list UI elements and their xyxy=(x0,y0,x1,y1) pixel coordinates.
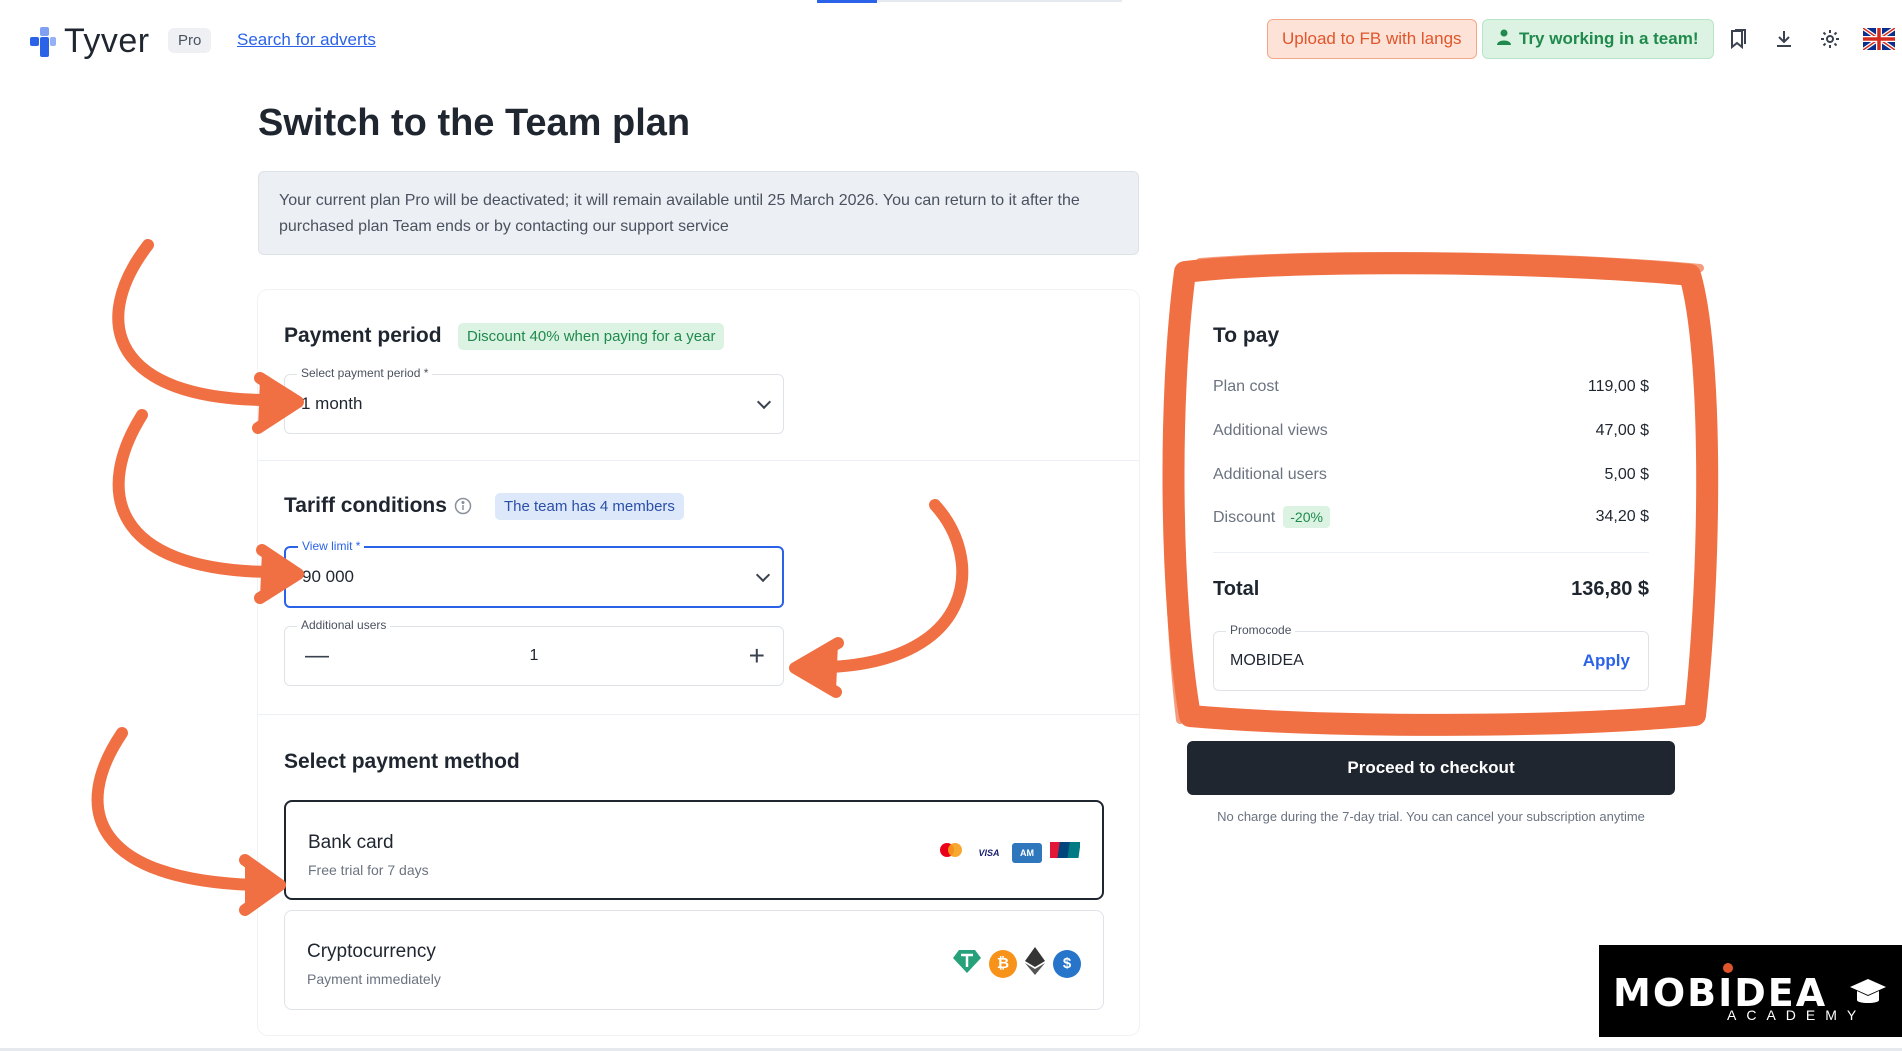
settings-gear-icon[interactable] xyxy=(1817,26,1843,52)
annotation-arrow xyxy=(112,409,276,578)
discount-percent-badge: -20% xyxy=(1283,506,1330,528)
summary-row-discount: Discount -20% 34,20 $ xyxy=(1213,506,1649,528)
chevron-down-icon xyxy=(755,567,771,583)
payment-option-cryptocurrency[interactable]: Cryptocurrency Payment immediately ₿ $ xyxy=(284,910,1104,1010)
discount-chip: Discount 40% when paying for a year xyxy=(458,323,725,350)
minus-icon[interactable]: — xyxy=(305,642,329,670)
total-row: Total 136,80 $ xyxy=(1213,578,1649,601)
summary-divider xyxy=(1213,552,1649,553)
logo[interactable]: Tyver xyxy=(30,22,150,61)
uk-flag-language-icon[interactable] xyxy=(1863,26,1895,52)
payment-method-title: Select payment method xyxy=(284,750,520,773)
total-amount: 136,80 $ xyxy=(1571,578,1649,600)
mobidea-academy-watermark: MOBIDEA ACADEMY xyxy=(1599,945,1902,1037)
section-divider xyxy=(258,714,1139,715)
plan-badge: Pro xyxy=(168,28,212,53)
upload-fb-button[interactable]: Upload to FB with langs xyxy=(1267,19,1477,59)
checkout-label: Proceed to checkout xyxy=(1347,758,1515,777)
unionpay-icon xyxy=(1047,840,1081,865)
info-icon[interactable] xyxy=(454,497,472,520)
summary-row-amount: 34,20 $ xyxy=(1595,508,1649,525)
upload-fb-label: Upload to FB with langs xyxy=(1282,29,1462,48)
graduation-cap-icon xyxy=(1848,977,1888,1014)
mastercard-icon xyxy=(936,840,966,865)
card-brand-icons: VISA AM xyxy=(936,840,1081,865)
amex-icon: AM xyxy=(1012,842,1042,863)
apply-promocode-button[interactable]: Apply xyxy=(1583,651,1630,671)
summary-row: Plan cost 119,00 $ xyxy=(1213,378,1649,396)
summary-row-amount: 5,00 $ xyxy=(1604,466,1649,483)
payment-option-subtitle: Payment immediately xyxy=(307,971,441,987)
additional-users-label: Additional users xyxy=(297,618,391,632)
bookmarks-icon[interactable] xyxy=(1725,26,1751,52)
summary-row-label: Plan cost xyxy=(1213,378,1279,395)
visa-icon: VISA xyxy=(978,847,1000,858)
plus-icon[interactable]: + xyxy=(749,640,765,672)
summary-row-label: Additional views xyxy=(1213,422,1328,439)
section-divider xyxy=(258,460,1139,461)
promocode-input[interactable]: Promocode MOBIDEA Apply xyxy=(1213,623,1649,691)
summary-row-amount: 47,00 $ xyxy=(1595,422,1649,439)
summary-row: Additional views 47,00 $ xyxy=(1213,422,1649,440)
annotation-arrow xyxy=(112,239,276,406)
try-team-label: Try working in a team! xyxy=(1519,29,1699,48)
download-icon[interactable] xyxy=(1771,26,1797,52)
payment-option-name: Cryptocurrency xyxy=(307,941,436,962)
view-limit-label: View limit * xyxy=(298,539,365,553)
crypto-icons: ₿ $ xyxy=(953,947,1081,980)
ethereum-icon xyxy=(1025,947,1045,980)
annotation-arrow xyxy=(91,727,261,891)
summary-row-amount: 119,00 $ xyxy=(1587,378,1649,395)
promocode-label: Promocode xyxy=(1226,623,1296,637)
payment-period-select[interactable]: Select payment period * 1 month xyxy=(284,366,784,434)
view-limit-value: 90 000 xyxy=(302,567,354,586)
logo-icon xyxy=(30,26,56,57)
tether-icon xyxy=(953,948,981,979)
additional-users-stepper[interactable]: Additional users — 1 + xyxy=(284,618,784,686)
plan-change-notice: Your current plan Pro will be deactivate… xyxy=(258,171,1139,255)
usdc-icon: $ xyxy=(1053,949,1081,978)
payment-option-bank-card[interactable]: Bank card Free trial for 7 days VISA AM xyxy=(284,800,1104,900)
page-title: Switch to the Team plan xyxy=(258,102,691,144)
chevron-down-icon xyxy=(756,394,772,410)
view-limit-select[interactable]: View limit * 90 000 xyxy=(284,539,784,608)
order-summary-card: To pay Plan cost 119,00 $ Additional vie… xyxy=(1187,290,1675,691)
additional-users-value: 1 xyxy=(529,647,539,664)
payment-period-label: Select payment period * xyxy=(297,366,433,380)
promocode-value: MOBIDEA xyxy=(1230,652,1304,669)
plan-config-card: Payment period Discount 40% when paying … xyxy=(258,290,1139,1035)
tab-indicator xyxy=(817,0,877,3)
proceed-to-checkout-button[interactable]: Proceed to checkout xyxy=(1187,741,1675,795)
user-icon xyxy=(1497,29,1511,50)
top-header: Tyver Pro Search for adverts Upload to F… xyxy=(0,0,1902,80)
search-adverts-link[interactable]: Search for adverts xyxy=(237,30,376,50)
payment-option-name: Bank card xyxy=(308,832,394,853)
payment-option-subtitle: Free trial for 7 days xyxy=(308,862,429,878)
watermark-sub: ACADEMY xyxy=(1727,1007,1867,1023)
logo-text: Tyver xyxy=(64,22,150,60)
total-label: Total xyxy=(1213,578,1260,600)
payment-period-value: 1 month xyxy=(301,394,363,413)
team-members-chip: The team has 4 members xyxy=(495,493,684,520)
payment-period-title: Payment period xyxy=(284,324,442,347)
tariff-conditions-title: Tariff conditions xyxy=(284,494,447,517)
tab-track xyxy=(877,0,1122,2)
try-team-button[interactable]: Try working in a team! xyxy=(1482,19,1714,59)
bitcoin-icon: ₿ xyxy=(989,949,1017,978)
summary-row: Additional users 5,00 $ xyxy=(1213,466,1649,484)
trial-note: No charge during the 7-day trial. You ca… xyxy=(1217,809,1645,824)
summary-title: To pay xyxy=(1213,324,1280,347)
summary-row-label: Additional users xyxy=(1213,466,1327,483)
summary-row-label: Discount xyxy=(1213,509,1276,526)
